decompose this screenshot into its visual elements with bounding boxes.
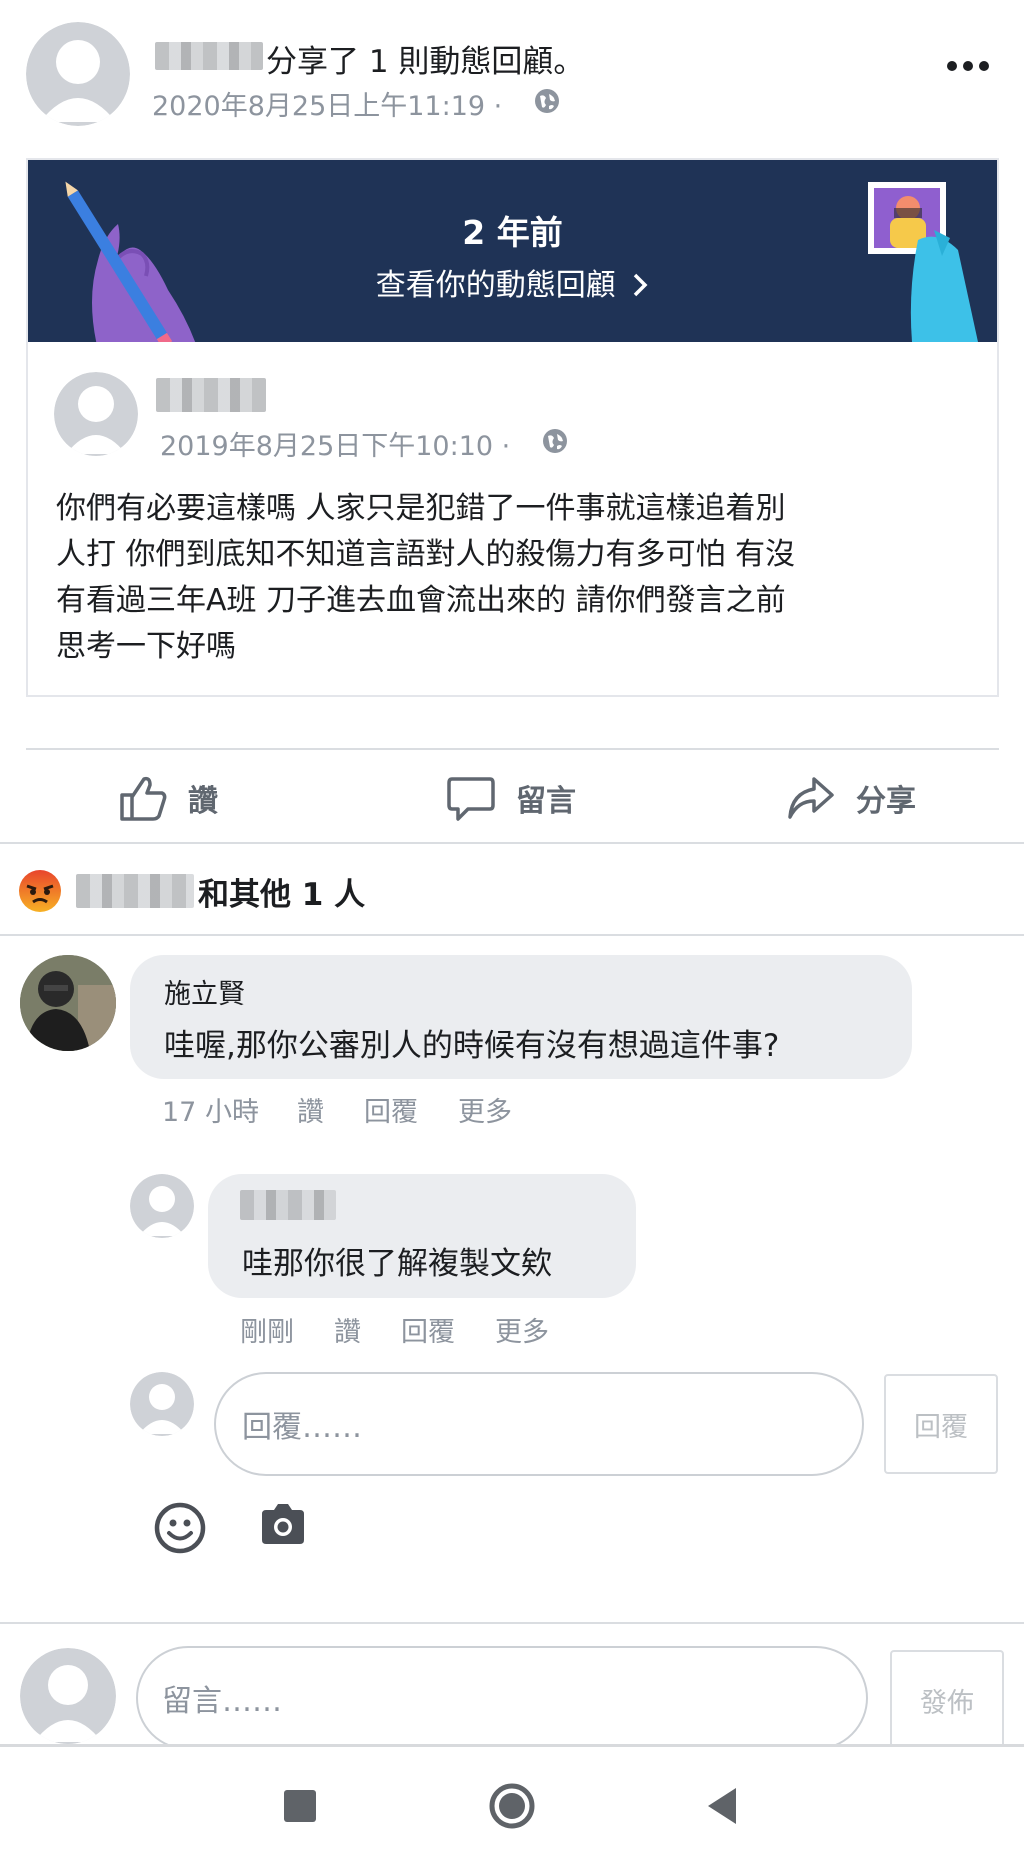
share-arrow-icon	[788, 777, 834, 819]
comment-reply-link[interactable]: 回覆	[364, 1090, 418, 1129]
body-line: 你們有必要這樣嗎 人家只是犯錯了一件事就這樣追着別	[56, 491, 786, 526]
reply-submit-label: 回覆	[914, 1411, 968, 1443]
poster-avatar[interactable]	[26, 22, 130, 126]
recent-square-icon[interactable]	[284, 1790, 316, 1822]
comment-more-link[interactable]: 更多	[458, 1090, 512, 1129]
like-button[interactable]: 讚	[118, 770, 218, 826]
camera-icon[interactable]	[258, 1502, 308, 1548]
poster-name-redacted[interactable]	[155, 42, 263, 70]
back-triangle-icon[interactable]	[706, 1786, 738, 1826]
hand-photo-illustration	[868, 182, 978, 342]
divider	[26, 748, 999, 750]
comment-author[interactable]: 施立賢	[164, 972, 245, 1011]
comment-label: 留言	[516, 784, 576, 819]
speech-bubble-icon	[447, 777, 495, 821]
divider	[0, 842, 1024, 844]
like-label: 讚	[188, 784, 218, 819]
share-label: 分享	[856, 784, 916, 819]
post-comment-label: 發佈	[920, 1687, 974, 1719]
reactions-summary[interactable]: 和其他 1 人	[18, 866, 365, 916]
reactor-name-redacted	[76, 874, 194, 908]
post-timestamp[interactable]: 2020年8月25日上午11:19 ·	[152, 84, 502, 123]
reply-submit-button[interactable]: 回覆	[884, 1374, 998, 1474]
post-comment-button[interactable]: 發佈	[890, 1650, 1004, 1750]
reply-more-link[interactable]: 更多	[495, 1310, 549, 1349]
comment-button[interactable]: 留言	[446, 770, 576, 826]
divider	[0, 1622, 1024, 1624]
smiley-icon[interactable]	[154, 1502, 206, 1554]
comment-like-link[interactable]: 讚	[297, 1090, 324, 1129]
reactions-text: 和其他 1 人	[198, 876, 366, 913]
divider	[0, 934, 1024, 936]
body-line: 人打 你們到底知不知道言語對人的殺傷力有多可怕 有沒	[56, 537, 796, 572]
globe-icon	[534, 88, 560, 114]
body-line: 思考一下好嗎	[56, 629, 236, 664]
comment-time[interactable]: 17 小時	[162, 1090, 259, 1129]
my-avatar-small	[130, 1372, 194, 1436]
shared-post-timestamp[interactable]: 2019年8月25日下午10:10 ·	[160, 424, 510, 463]
reply-input-placeholder: 回覆……	[242, 1410, 362, 1445]
chevron-right-icon	[634, 273, 648, 297]
shared-post-body: 你們有必要這樣嗎 人家只是犯錯了一件事就這樣追着別 人打 你們到底知不知道言語對…	[56, 486, 976, 670]
shared-post-author-redacted[interactable]	[156, 378, 266, 412]
share-button[interactable]: 分享	[786, 770, 916, 826]
reply-text: 哇那你很了解複製文欸	[242, 1246, 552, 1282]
shared-post-avatar[interactable]	[54, 372, 138, 456]
comment-input[interactable]: 留言……	[136, 1646, 868, 1750]
post-action-text: 分享了 1 則動態回顧。	[266, 44, 585, 80]
my-avatar	[20, 1648, 116, 1744]
comment-input-placeholder: 留言……	[162, 1684, 282, 1719]
reply-like-link[interactable]: 讚	[334, 1310, 361, 1349]
reply-input[interactable]: 回覆……	[214, 1372, 864, 1476]
angry-reaction-icon	[19, 870, 61, 912]
memory-banner[interactable]: 2 年前 查看你的動態回顧	[28, 160, 997, 342]
globe-icon	[542, 428, 568, 454]
reply-author-redacted[interactable]	[240, 1190, 336, 1220]
body-line: 有看過三年A班 刀子進去血會流出來的 請你們發言之前	[56, 583, 786, 618]
commenter-avatar[interactable]	[20, 955, 116, 1051]
home-circle-icon[interactable]	[488, 1782, 536, 1830]
reply-reply-link[interactable]: 回覆	[401, 1310, 455, 1349]
comment-meta: 17 小時 讚 回覆 更多	[162, 1090, 512, 1129]
memory-subtitle: 查看你的動態回顧	[375, 268, 616, 303]
comment-text: 哇喔,那你公審別人的時候有沒有想過這件事?	[164, 1028, 780, 1064]
thumbs-up-icon	[120, 776, 167, 821]
reply-meta: 剛剛 讚 回覆 更多	[240, 1310, 549, 1349]
reply-time[interactable]: 剛剛	[240, 1310, 294, 1349]
reply-author-avatar[interactable]	[130, 1174, 194, 1238]
more-options-icon[interactable]	[946, 58, 990, 74]
